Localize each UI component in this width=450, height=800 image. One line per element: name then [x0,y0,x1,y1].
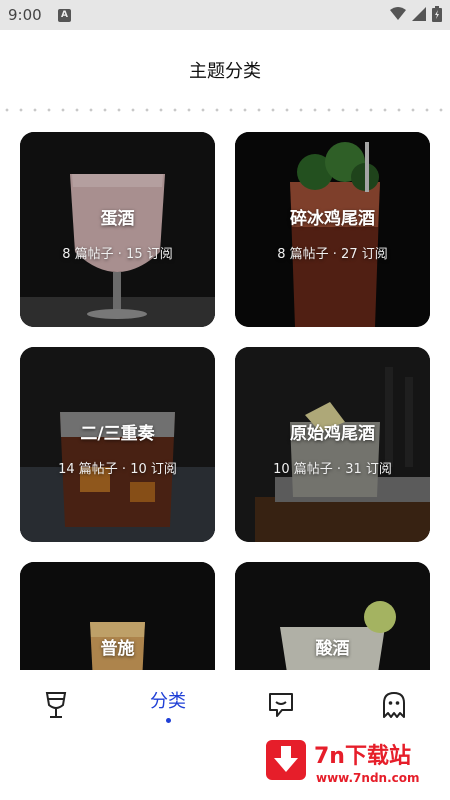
notification-badge: A [58,9,71,22]
category-title: 碎冰鸡尾酒 [290,209,375,229]
nav-label-categories: 分类 [150,691,186,712]
glass-icon [45,692,67,718]
category-meta: 8 篇帖子 · 15 订阅 [62,247,173,262]
ghost-icon [383,692,405,718]
nav-item-drinks[interactable] [0,670,112,740]
nav-item-categories[interactable]: 分类 [112,670,224,740]
category-title: 普施 [100,639,135,659]
category-card-eggnog[interactable]: 蛋酒 8 篇帖子 · 15 订阅 [20,132,215,327]
active-indicator-dot [165,718,171,723]
signal-icon [412,7,426,21]
category-card-sour[interactable]: 酸酒 [235,562,430,670]
category-title: 二/三重奏 [80,424,155,444]
card-text: 碎冰鸡尾酒 8 篇帖子 · 27 订阅 [235,204,430,262]
category-card-crushed-ice[interactable]: 碎冰鸡尾酒 8 篇帖子 · 27 订阅 [235,132,430,327]
download-icon [266,740,306,780]
watermark-title: 7n下载站 [314,744,411,769]
status-bar: 9:00 A [0,0,450,30]
watermark-logo: 7n下载站 www.7ndn.com [250,726,446,796]
battery-icon [432,6,442,22]
watermark-url: www.7ndn.com [316,771,420,785]
category-title: 原始鸡尾酒 [290,424,375,444]
wifi-icon [390,7,406,20]
category-card-punch[interactable]: 普施 [20,562,215,670]
category-grid[interactable]: 蛋酒 8 篇帖子 · 15 订阅 碎冰鸡尾酒 8 篇帖子 · 27 订阅 二/三… [0,112,450,670]
card-text: 酸酒 [235,634,430,670]
category-card-duo-trio[interactable]: 二/三重奏 14 篇帖子 · 10 订阅 [20,347,215,542]
category-card-original[interactable]: 原始鸡尾酒 10 篇帖子 · 31 订阅 [235,347,430,542]
category-title: 酸酒 [315,639,350,659]
card-text: 蛋酒 8 篇帖子 · 15 订阅 [20,204,215,262]
status-icons [390,6,442,22]
category-meta: 10 篇帖子 · 31 订阅 [273,462,392,477]
card-text: 普施 [20,634,215,670]
header: 主题分类 [0,30,450,108]
category-meta: 14 篇帖子 · 10 订阅 [58,462,177,477]
category-meta: 8 篇帖子 · 27 订阅 [277,247,388,262]
status-time: 9:00 [8,6,42,24]
category-title: 蛋酒 [100,209,135,229]
card-text: 原始鸡尾酒 10 篇帖子 · 31 订阅 [235,419,430,477]
page-title: 主题分类 [189,61,261,82]
card-text: 二/三重奏 14 篇帖子 · 10 订阅 [20,419,215,477]
chat-bubble-icon [269,693,293,717]
